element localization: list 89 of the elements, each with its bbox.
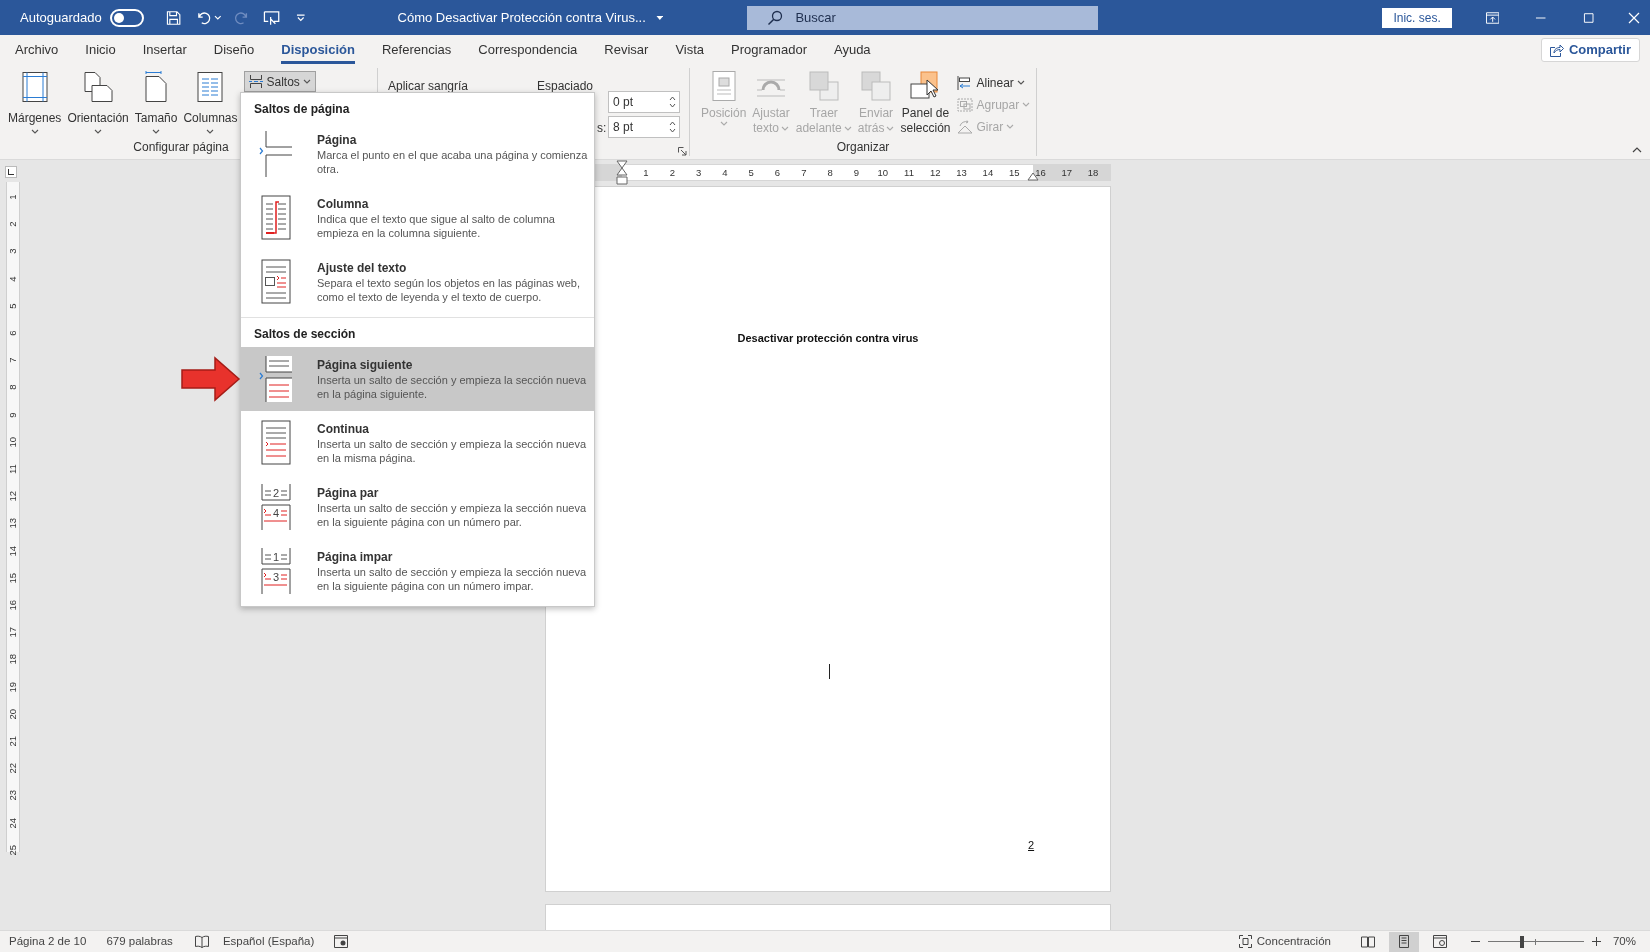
spacing-label: Espaciado bbox=[537, 78, 594, 95]
ruler-number: 5 bbox=[748, 166, 754, 180]
menu-item[interactable]: Continua Inserta un salto de sección y empieza la sección nueva en la misma página. bbox=[241, 411, 594, 475]
ribbon-tab[interactable]: Vista bbox=[675, 35, 705, 65]
page-count[interactable]: Página 2 de 10 bbox=[9, 932, 87, 951]
zoom-level[interactable]: 70% bbox=[1612, 932, 1636, 951]
ribbon-tab[interactable]: Insertar bbox=[142, 35, 187, 65]
ruler-number: 12 bbox=[930, 166, 941, 180]
ruler-number: 21 bbox=[5, 734, 19, 749]
ribbon-button[interactable]: Márgenes bbox=[5, 71, 65, 134]
ruler-number: 10 bbox=[5, 435, 19, 449]
language-label[interactable]: Español (España) bbox=[222, 932, 315, 951]
breaks-button[interactable]: Saltos bbox=[244, 71, 316, 92]
ruler-number: 13 bbox=[956, 166, 967, 180]
menu-item[interactable]: Ajuste del texto Separa el texto según los objetos en las páginas web, como el texto de leyenda y el texto de cuerpo. bbox=[241, 250, 594, 314]
ruler-number: 9 bbox=[5, 411, 19, 420]
share-button[interactable]: Compartir bbox=[1540, 38, 1640, 62]
group-label: Organizar bbox=[836, 139, 890, 156]
search-field[interactable]: Buscar bbox=[747, 5, 1099, 30]
ruler-number: 1 bbox=[643, 166, 649, 180]
ruler-number: 20 bbox=[5, 707, 19, 721]
ruler-number: 2 bbox=[669, 166, 675, 180]
ribbon-tab[interactable]: Inicio bbox=[85, 35, 116, 65]
spacing-after-label: s: bbox=[597, 120, 607, 137]
ruler-number: 2 bbox=[5, 220, 19, 229]
ruler-number: 9 bbox=[853, 166, 860, 180]
ribbon-tab[interactable]: Diseño bbox=[213, 35, 255, 65]
menu-item[interactable]: Página siguiente Inserta un salto de sección y empieza la sección nueva en la página siguiente. bbox=[241, 347, 594, 411]
ribbon-tab[interactable]: Programador bbox=[731, 35, 807, 65]
ruler-number: 8 bbox=[5, 383, 19, 393]
ruler-number: 16 bbox=[1035, 166, 1046, 180]
indent-label: Aplicar sangría bbox=[388, 78, 469, 95]
ruler-number: 11 bbox=[904, 166, 914, 180]
ruler-number: 1 bbox=[5, 193, 19, 202]
autosave-label: Autoguardado bbox=[20, 8, 102, 27]
ruler-number: 12 bbox=[5, 490, 19, 504]
page-number: 2 bbox=[1028, 838, 1035, 853]
ribbon-button[interactable]: Orientación bbox=[64, 71, 132, 134]
ruler-number: 11 bbox=[5, 463, 19, 477]
ruler-number: 3 bbox=[695, 166, 702, 180]
ruler-number: 18 bbox=[5, 653, 19, 667]
focus-button[interactable]: Concentración bbox=[1256, 932, 1331, 951]
ruler-number: 6 bbox=[774, 166, 781, 180]
ribbon-tab[interactable]: Revisar bbox=[604, 35, 649, 65]
ribbon-tab[interactable]: Referencias bbox=[381, 35, 452, 65]
ruler-number: 15 bbox=[1008, 166, 1020, 180]
menu-item[interactable]: 2 4 Página par Inserta un salto de sección y empieza la sección nueva en la siguiente página con un número par. bbox=[241, 475, 594, 539]
ribbon-button[interactable]: Alinear bbox=[957, 73, 1031, 92]
group-label: Configurar página bbox=[133, 139, 229, 156]
menu-item[interactable]: Página Marca el punto en el que acaba una página y comienza otra. bbox=[241, 122, 594, 186]
ruler-number: 24 bbox=[5, 816, 19, 830]
ruler-number: 4 bbox=[5, 275, 19, 284]
document-heading: Desactivar protección contra virus bbox=[736, 331, 920, 346]
ruler-number: 5 bbox=[5, 302, 19, 311]
ruler-number: 22 bbox=[5, 762, 19, 776]
ruler-number: 23 bbox=[5, 789, 19, 803]
word-count[interactable]: 679 palabras bbox=[106, 932, 173, 951]
ruler-number: 16 bbox=[5, 598, 19, 613]
ribbon-button[interactable]: Tamaño bbox=[131, 71, 181, 134]
spin-field[interactable]: 8 pt bbox=[608, 116, 680, 138]
ribbon-tab[interactable]: Disposición bbox=[281, 35, 355, 65]
sign-in-button[interactable]: Inic. ses. bbox=[1382, 7, 1452, 28]
ruler-number: 15 bbox=[5, 571, 19, 585]
ribbon-button[interactable]: Panel de selección bbox=[897, 70, 954, 136]
menu-section-heading: Saltos de sección bbox=[254, 326, 356, 343]
ruler-number: 8 bbox=[827, 166, 833, 180]
ruler-number: 19 bbox=[5, 680, 19, 694]
ruler-number: 7 bbox=[801, 166, 807, 180]
ribbon-tab[interactable]: Correspondencia bbox=[478, 35, 578, 65]
ribbon-button[interactable]: Columnas bbox=[180, 71, 241, 134]
ruler-number: 17 bbox=[5, 626, 19, 640]
ruler-number: 13 bbox=[5, 517, 19, 531]
ruler-number: 4 bbox=[722, 166, 728, 180]
ruler-number: 17 bbox=[1061, 166, 1073, 180]
menu-item[interactable]: Columna Indica que el texto que sigue al salto de columna empieza en la columna siguiente. bbox=[241, 186, 594, 250]
ribbon-tab[interactable]: Ayuda bbox=[833, 35, 871, 65]
document-title: Cómo Desactivar Protección contra Virus... bbox=[397, 8, 646, 27]
ruler-number: 14 bbox=[982, 166, 994, 180]
ruler-number: 18 bbox=[1087, 166, 1099, 180]
ruler-number: 10 bbox=[877, 166, 888, 180]
ruler-number: 14 bbox=[5, 544, 19, 558]
menu-section-heading: Saltos de página bbox=[254, 101, 350, 118]
ruler-number: 25 bbox=[5, 843, 19, 857]
ruler-number: 7 bbox=[5, 356, 19, 365]
ruler-number: 3 bbox=[5, 247, 19, 257]
menu-item[interactable]: 1 3 Página impar Inserta un salto de sección y empieza la sección nueva en la siguiente página con un número impar. bbox=[241, 539, 594, 603]
ruler-number: 6 bbox=[5, 329, 19, 338]
spin-field[interactable]: 0 pt bbox=[608, 91, 680, 113]
ribbon-tab[interactable]: Archivo bbox=[15, 35, 59, 65]
